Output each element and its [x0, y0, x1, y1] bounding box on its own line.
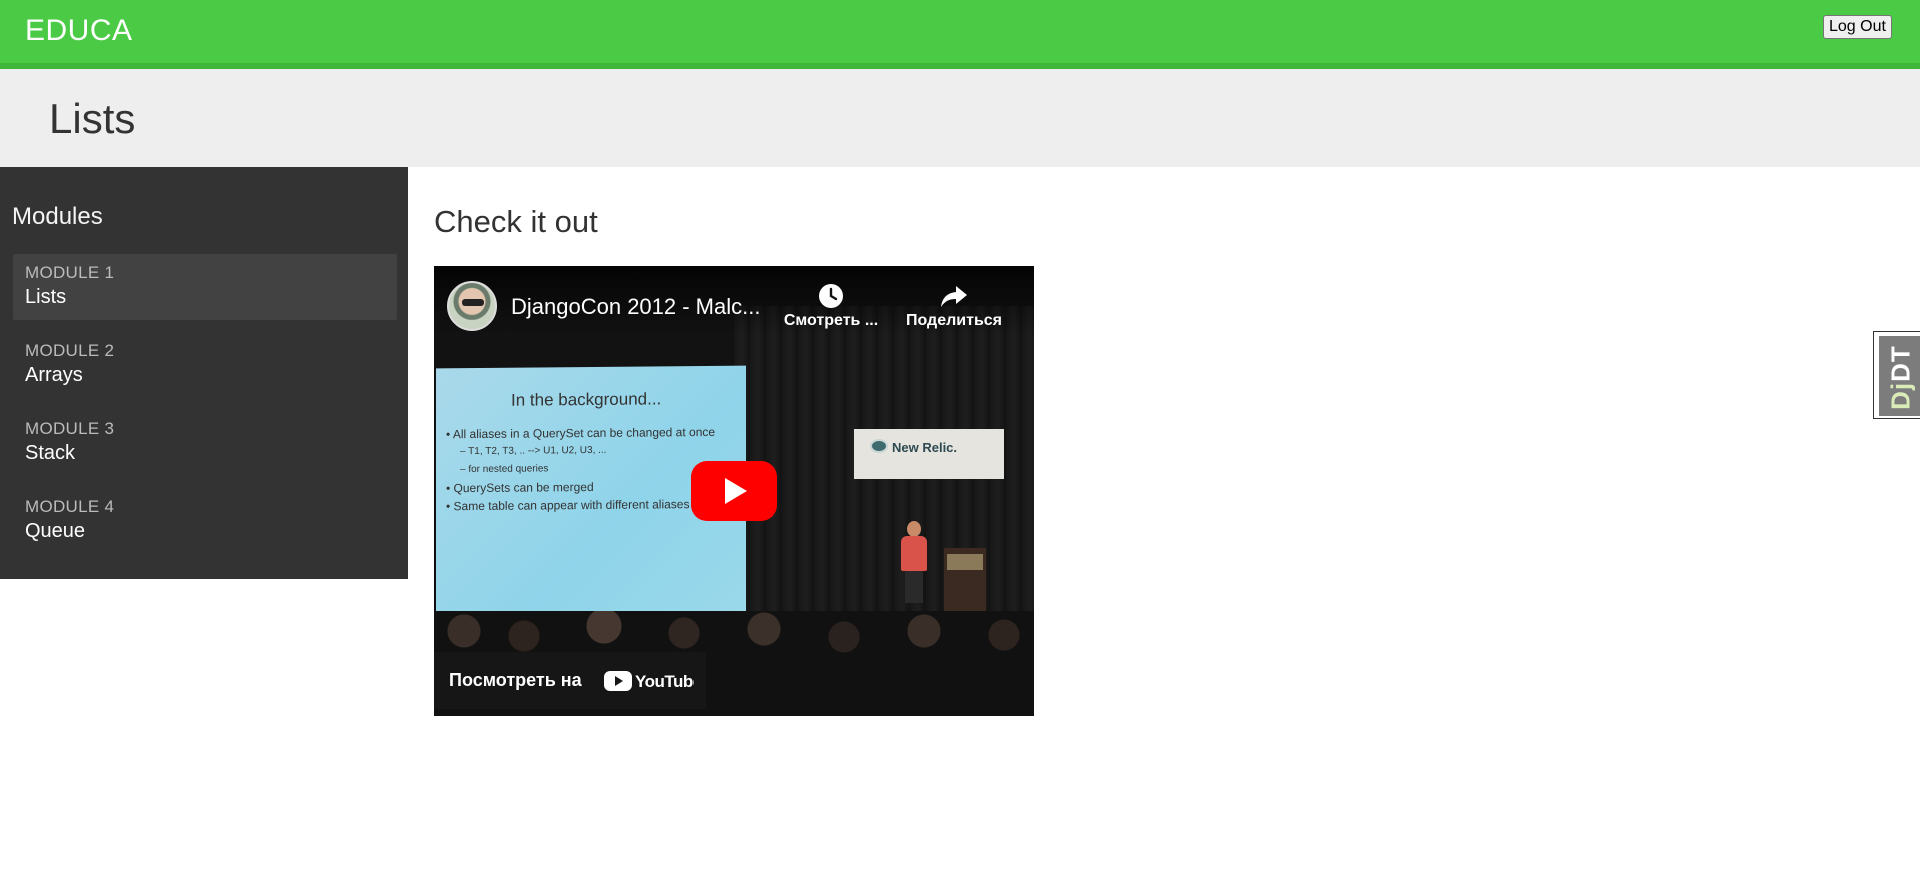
modules-sidebar: Modules MODULE 1 Lists MODULE 2 Arrays M… [0, 167, 408, 579]
djdt-handle-inner: DjDT [1879, 336, 1920, 416]
youtube-logo-icon: YouTube [604, 671, 694, 691]
page-title: Lists [49, 95, 136, 142]
share-label: Поделиться [905, 312, 1003, 329]
sidebar-item-module-4[interactable]: MODULE 4 Queue [13, 488, 397, 554]
content-title: Check it out [434, 204, 598, 239]
youtube-wordmark: YouTube [635, 672, 694, 691]
brand-logo[interactable]: EDUCA [25, 14, 133, 48]
module-name[interactable]: Arrays [25, 364, 397, 387]
watch-later-label: Смотреть ... [783, 312, 879, 329]
video-title[interactable]: DjangoCon 2012 - Malc... [511, 294, 760, 320]
module-number: MODULE 1 [25, 263, 115, 282]
module-name[interactable]: Queue [25, 520, 397, 543]
watch-later-button[interactable]: Смотреть ... [781, 282, 881, 338]
slide-sub-bullet: – T1, T2, T3, .. --> U1, U2, U3, ... [460, 444, 607, 458]
page-header: Lists [0, 69, 1920, 167]
module-list: MODULE 1 Lists MODULE 2 Arrays MODULE 3 … [13, 254, 397, 566]
djdt-label: DjDT [1885, 345, 1916, 410]
watch-on-label: Посмотреть на [449, 670, 582, 690]
play-icon[interactable] [691, 461, 777, 521]
top-navbar: EDUCA Log Out [0, 0, 1920, 69]
module-number: MODULE 3 [25, 419, 115, 438]
sidebar-item-module-1[interactable]: MODULE 1 Lists [13, 254, 397, 320]
video-top-bar: DjangoCon 2012 - Malc... Смотреть ... По… [434, 266, 1034, 338]
podium [944, 548, 986, 618]
module-name[interactable]: Lists [25, 286, 397, 309]
sidebar-item-module-2[interactable]: MODULE 2 Arrays [13, 332, 397, 398]
django-debug-toolbar-handle[interactable]: DjDT [1873, 331, 1920, 419]
banner-text: New Relic. [892, 440, 958, 455]
slide-bullet: • All aliases in a QuerySet can be chang… [446, 424, 716, 442]
share-button[interactable]: Поделиться [904, 282, 1004, 338]
channel-avatar[interactable] [447, 281, 497, 331]
slide-heading: In the background... [511, 389, 662, 410]
module-number: MODULE 4 [25, 497, 115, 516]
watch-on-youtube-button[interactable]: Посмотреть на YouTube [434, 652, 706, 709]
speaker-figure [899, 521, 929, 603]
module-number: MODULE 2 [25, 341, 115, 360]
sidebar-title: Modules [12, 203, 103, 230]
logout-button[interactable]: Log Out [1823, 15, 1892, 39]
sidebar-item-module-3[interactable]: MODULE 3 Stack [13, 410, 397, 476]
module-name[interactable]: Stack [25, 442, 397, 465]
new-relic-logo-icon [870, 439, 888, 453]
sponsor-banner: New Relic. [854, 429, 1004, 479]
youtube-video-embed[interactable]: In the background... • All aliases in a … [434, 266, 1034, 716]
share-arrow-icon [941, 286, 967, 307]
clock-icon [819, 284, 843, 308]
